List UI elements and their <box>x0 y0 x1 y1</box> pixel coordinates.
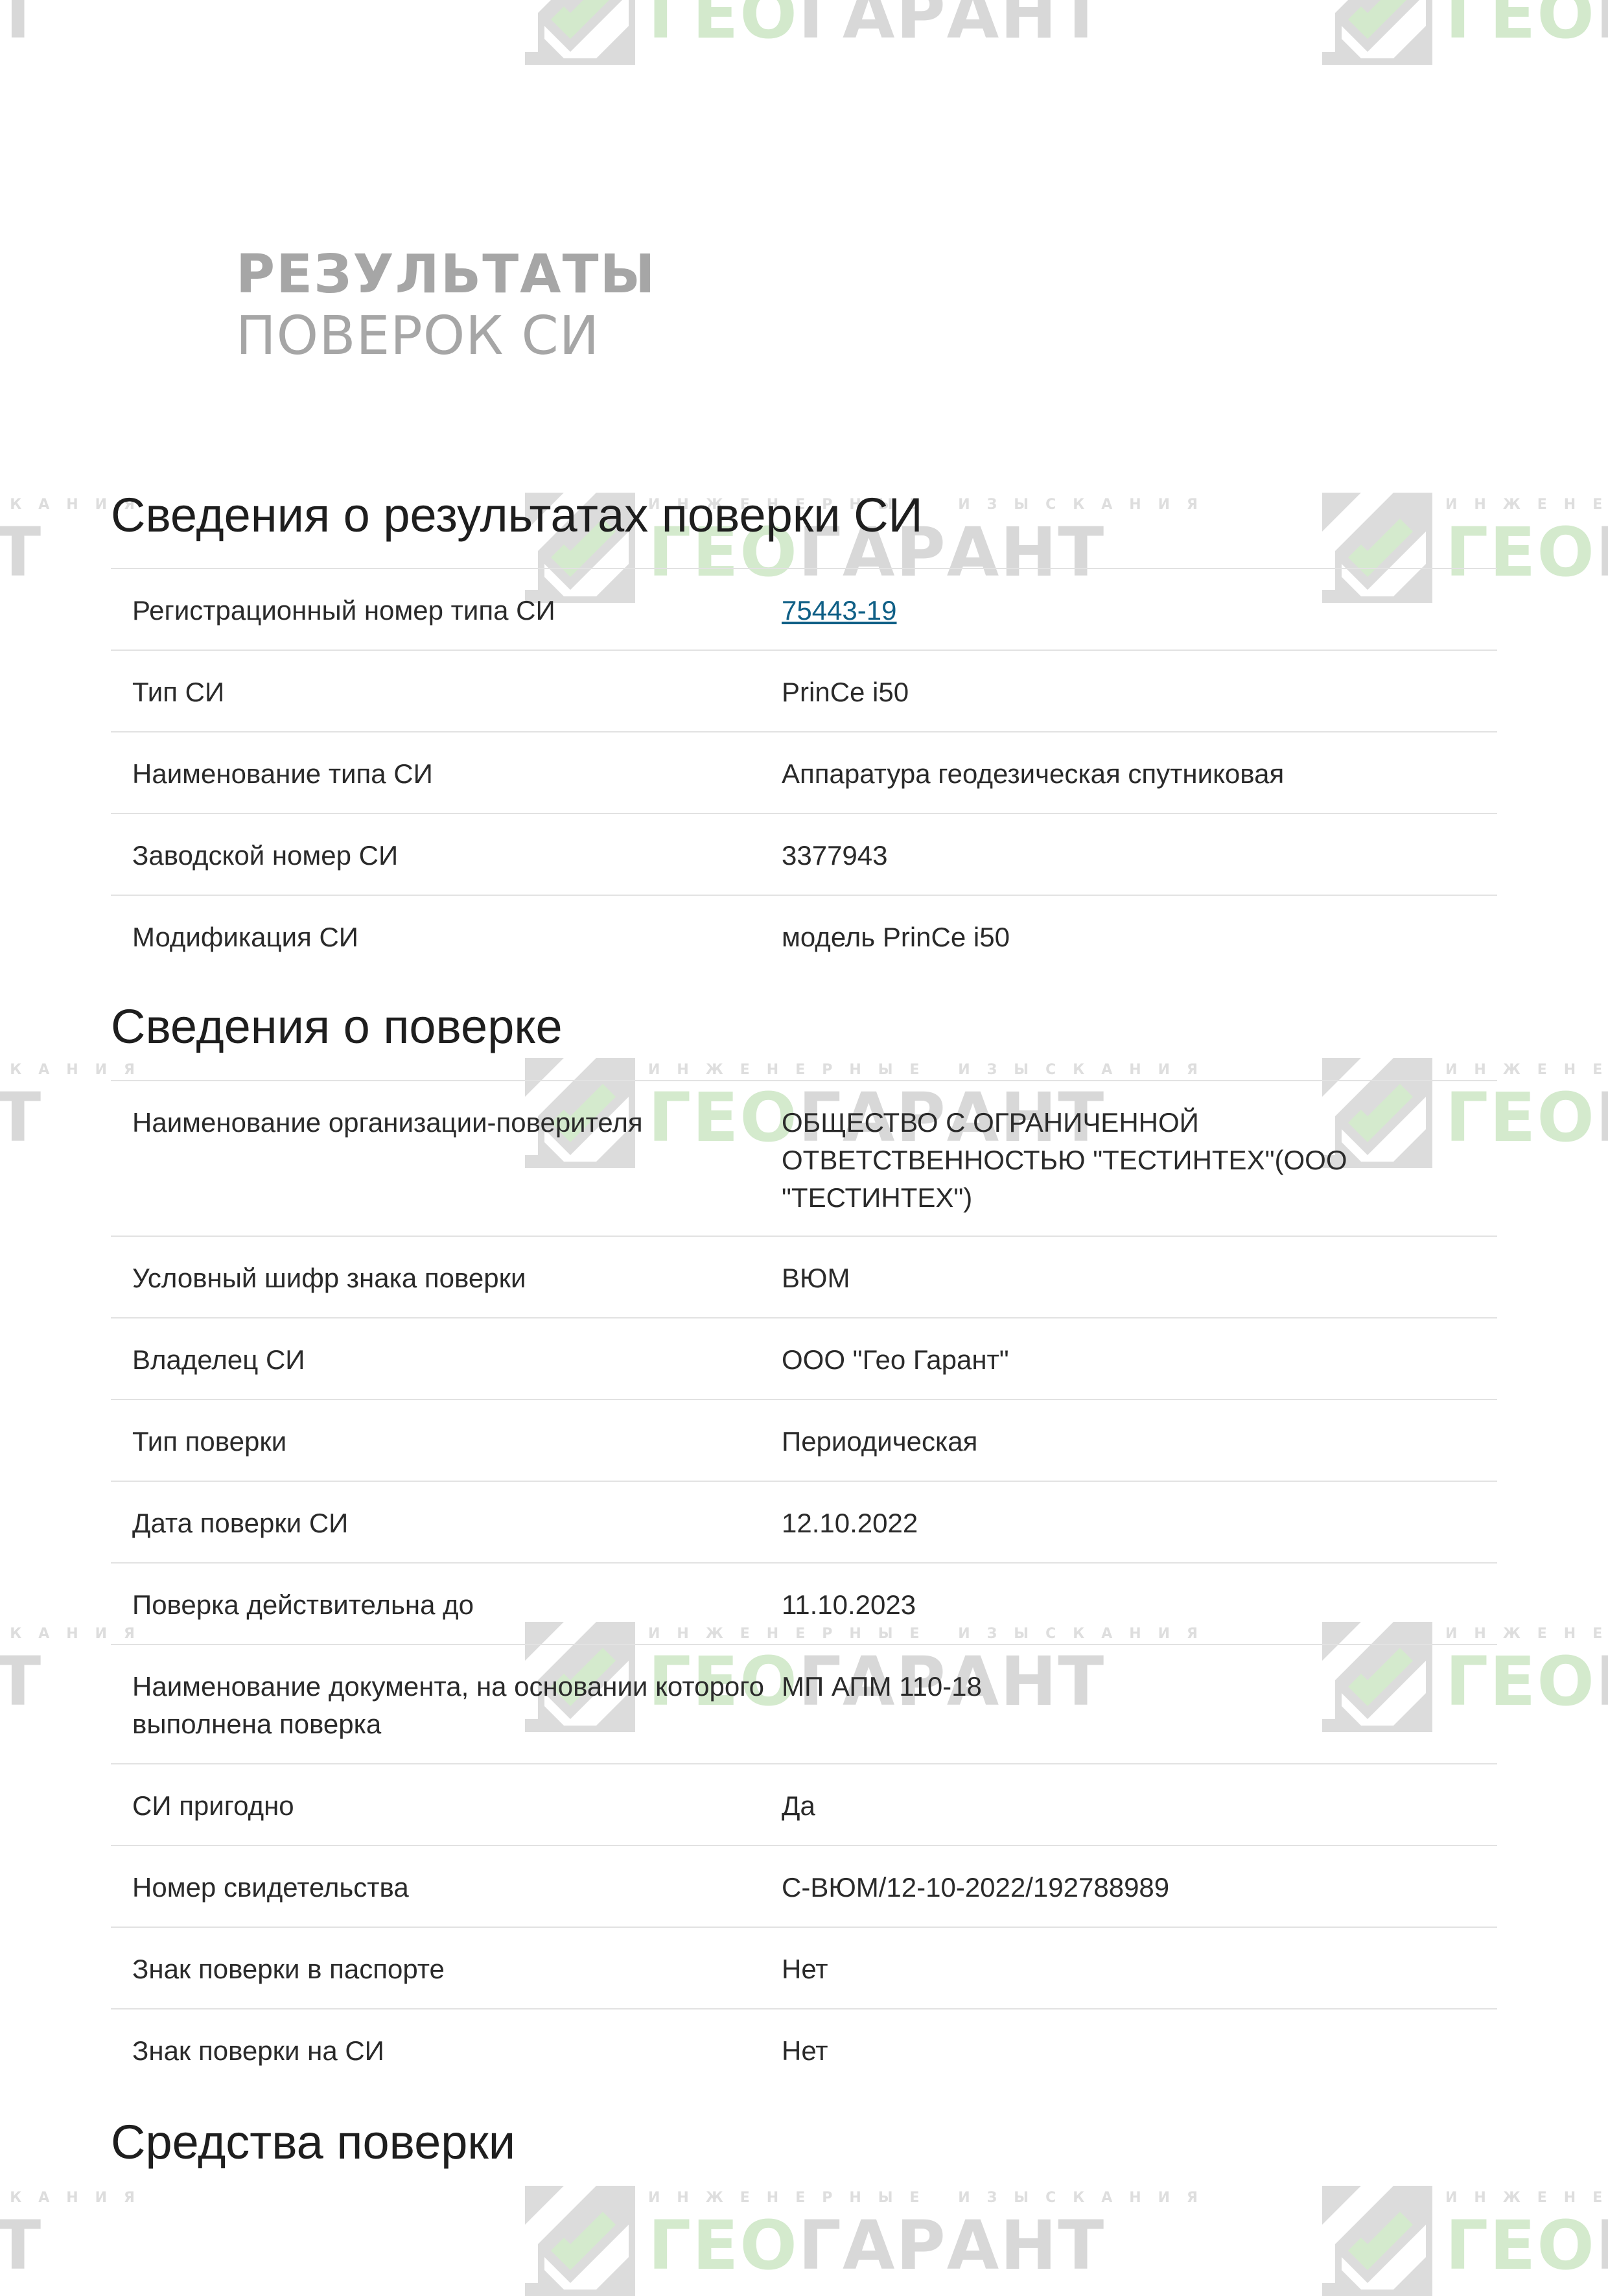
verification-info-row: Наименование документа, на основании кот… <box>111 1644 1497 1763</box>
si-info-row-label: Регистрационный номер типа СИ <box>132 595 555 626</box>
document-page: РЕЗУЛЬТАТЫ ПОВЕРОК СИ Сведения о результ… <box>0 0 1608 2275</box>
verification-info-row: Владелец СИ ООО "Гео Гарант" <box>111 1317 1497 1399</box>
verification-info-row-label: Наименование организации-поверителя <box>132 1107 643 1138</box>
verification-info-row-label: Наименование документа, на основании кот… <box>132 1671 764 1739</box>
verification-info-row-label: Поверка действительна до <box>132 1589 474 1620</box>
verification-info-row-value: ОБЩЕСТВО С ОГРАНИЧЕННОЙ ОТВЕТСТВЕННОСТЬЮ… <box>782 1107 1347 1213</box>
si-info-row: Регистрационный номер типа СИ 75443-19 <box>111 568 1497 650</box>
verification-info-row-value: 11.10.2023 <box>782 1589 916 1620</box>
verification-info-row-value: ООО "Гео Гарант" <box>782 1344 1009 1375</box>
verification-info-row-label: Условный шифр знака поверки <box>132 1263 526 1293</box>
verification-info-row: Знак поверки на СИ Нет <box>111 2008 1497 2090</box>
verification-info-table: Наименование организации-поверителя ОБЩЕС… <box>111 1080 1497 2090</box>
verification-info-row-label: Тип поверки <box>132 1426 287 1457</box>
verification-info-row: Наименование организации-поверителя ОБЩЕС… <box>111 1080 1497 1236</box>
hero-title-line2: ПОВЕРОК СИ <box>236 305 600 367</box>
verification-info-row: Дата поверки СИ 12.10.2022 <box>111 1481 1497 1562</box>
si-info-row-value: 75443-19 <box>782 592 1497 629</box>
si-info-table: Регистрационный номер типа СИ 75443-19 Тип… <box>111 568 1497 976</box>
si-info-row-label: Наименование типа СИ <box>132 758 433 789</box>
si-info-row-value: Аппаратура геодезическая спутниковая <box>782 758 1285 789</box>
si-info-row-label: Тип СИ <box>132 677 225 707</box>
verification-info-row-value: С-ВЮМ/12-10-2022/192788989 <box>782 1872 1170 1903</box>
verification-info-row-value: Да <box>782 1790 815 1821</box>
page-hero: РЕЗУЛЬТАТЫ ПОВЕРОК СИ <box>236 244 657 367</box>
verification-info-row-label: Номер свидетельства <box>132 1872 409 1903</box>
si-info-row: Наименование типа СИ Аппаратура геодезиче… <box>111 731 1497 813</box>
verification-info-row: Номер свидетельства С-ВЮМ/12-10-2022/1927… <box>111 1845 1497 1927</box>
verification-info-row-value: Нет <box>782 2035 828 2066</box>
section-title-tools: Средства поверки <box>111 2115 516 2169</box>
verification-info-row-value: ВЮМ <box>782 1263 850 1293</box>
verification-info-row: Поверка действительна до 11.10.2023 <box>111 1562 1497 1644</box>
verification-info-row-label: СИ пригодно <box>132 1790 294 1821</box>
verification-info-row: СИ пригодно Да <box>111 1763 1497 1845</box>
si-info-row-label: Заводской номер СИ <box>132 840 399 871</box>
verification-info-row-label: Владелец СИ <box>132 1344 305 1375</box>
verification-info-row-label: Знак поверки в паспорте <box>132 1954 445 1984</box>
verification-info-row: Условный шифр знака поверки ВЮМ <box>111 1236 1497 1317</box>
verification-info-row-value: Периодическая <box>782 1426 978 1457</box>
verification-info-row-value: МП АПМ 110-18 <box>782 1671 982 1702</box>
verification-info-row: Знак поверки в паспорте Нет <box>111 1927 1497 2008</box>
section-title-si-results: Сведения о результатах поверки СИ <box>111 488 923 542</box>
si-info-row: Заводской номер СИ 3377943 <box>111 813 1497 895</box>
si-info-row-label: Модификация СИ <box>132 922 358 952</box>
hero-title-line1: РЕЗУЛЬТАТЫ <box>236 244 657 305</box>
verification-info-row-label: Дата поверки СИ <box>132 1508 349 1538</box>
si-info-row-value: модель PrinCe i50 <box>782 922 1010 952</box>
verification-info-row: Тип поверки Периодическая <box>111 1399 1497 1481</box>
si-info-row: Модификация СИ модель PrinCe i50 <box>111 895 1497 976</box>
verification-info-row-value: Нет <box>782 1954 828 1984</box>
si-info-row-value: 3377943 <box>782 840 888 871</box>
registration-number-link[interactable]: 75443-19 <box>782 595 897 626</box>
si-info-row: Тип СИ PrinCe i50 <box>111 650 1497 731</box>
verification-info-row-value: 12.10.2022 <box>782 1508 918 1538</box>
si-info-row-value: PrinCe i50 <box>782 677 909 707</box>
section-title-verification: Сведения о поверке <box>111 1000 563 1053</box>
verification-info-row-label: Знак поверки на СИ <box>132 2035 384 2066</box>
